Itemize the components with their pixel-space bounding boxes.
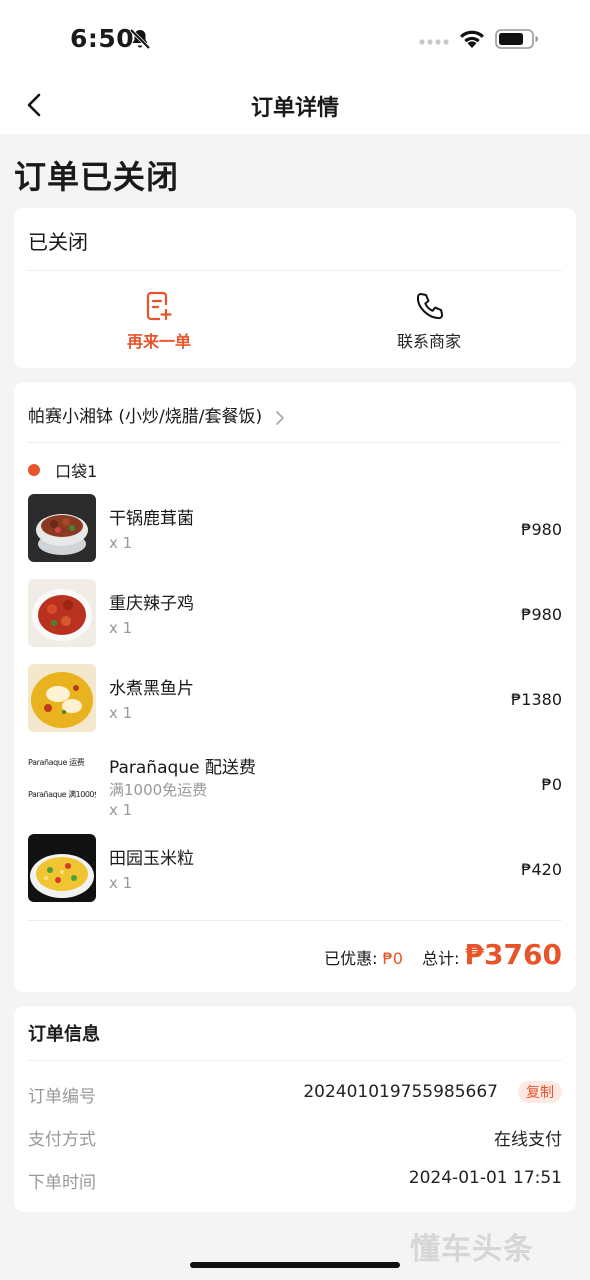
chevron-right-icon (276, 410, 285, 425)
item-qty: x 1 (109, 619, 133, 637)
shop-link[interactable]: 帕赛小湘钵 (小炒/烧腊/套餐饭) (28, 402, 562, 432)
item-name: 重庆辣子鸡 (109, 594, 194, 614)
phone-icon (416, 293, 444, 320)
order-item: 重庆辣子鸡 x 1 ₱980 (28, 579, 562, 649)
food-image (28, 664, 96, 732)
home-indicator (190, 1262, 400, 1268)
order-status-label: 已关闭 (28, 230, 88, 254)
bag-header: 口袋1 (28, 458, 98, 481)
contact-merchant-button[interactable]: 联系商家 (344, 290, 514, 354)
item-name: Parañaque 配送费 (109, 758, 256, 778)
total-label: 总计: (422, 949, 460, 968)
status-time: 6:50 (70, 24, 135, 53)
shop-name: 帕赛小湘钵 (小炒/烧腊/套餐饭) (28, 407, 263, 427)
delivery-fee-image-text-1: Parañaque 运费 (28, 758, 85, 767)
order-item: 田园玉米粒 x 1 ₱420 (28, 834, 562, 904)
food-image (28, 494, 96, 562)
order-status-card: 已关闭 再来一单 联系商家 (14, 208, 576, 368)
divider (28, 442, 562, 443)
item-subtitle: 满1000免运费 (109, 781, 208, 799)
order-total-row: 已优惠: ₱0 总计: ₱3760 (324, 938, 562, 972)
order-time-row: 下单时间 2024-01-01 17:51 (28, 1168, 562, 1193)
nav-bar: 订单详情 (0, 78, 590, 134)
item-price: ₱1380 (511, 690, 562, 709)
status-bar: 6:50 (0, 0, 590, 78)
order-time-label: 下单时间 (28, 1173, 96, 1193)
payment-method-row: 支付方式 在线支付 (28, 1125, 562, 1150)
order-item-delivery-fee: Parañaque 运费 Parañaque 满1000免运费 Parañaqu… (28, 749, 562, 819)
item-price: ₱980 (521, 520, 562, 539)
order-info-title: 订单信息 (28, 1024, 100, 1045)
item-qty: x 1 (109, 534, 133, 552)
bag-dot (28, 464, 40, 476)
payment-method-label: 支付方式 (28, 1130, 96, 1150)
item-price: ₱0 (541, 775, 562, 794)
order-number-value: 202401019755985667 (303, 1082, 498, 1102)
item-qty: x 1 (109, 801, 133, 819)
order-items-card: 帕赛小湘钵 (小炒/烧腊/套餐饭) 口袋1 干锅鹿茸菌 x 1 ₱980 重庆辣… (14, 382, 576, 992)
item-qty: x 1 (109, 874, 133, 892)
payment-method-value: 在线支付 (494, 1130, 562, 1150)
food-image (28, 834, 96, 902)
total-value: ₱3760 (464, 938, 562, 971)
reorder-button[interactable]: 再来一单 (74, 290, 244, 354)
bag-label: 口袋1 (55, 462, 98, 481)
order-item: 干锅鹿茸菌 x 1 ₱980 (28, 494, 562, 564)
page-title: 订单已关闭 (14, 158, 180, 196)
wifi-icon (460, 30, 484, 48)
watermark: 懂车头条 (410, 1232, 534, 1267)
order-number-label: 订单编号 (28, 1087, 96, 1107)
order-number-row: 订单编号 202401019755985667 复制 (28, 1081, 562, 1107)
divider (28, 1060, 562, 1061)
item-qty: x 1 (109, 704, 133, 722)
food-image (28, 579, 96, 647)
order-info-card: 订单信息 订单编号 202401019755985667 复制 支付方式 在线支… (14, 1006, 576, 1212)
order-item: 水煮黑鱼片 x 1 ₱1380 (28, 664, 562, 734)
contact-merchant-label: 联系商家 (396, 332, 461, 351)
reorder-icon (146, 291, 172, 321)
order-time-value: 2024-01-01 17:51 (408, 1168, 562, 1188)
delivery-fee-image: Parañaque 运费 Parañaque 满1000免运费 (28, 749, 96, 817)
signal-dots-icon (419, 39, 449, 45)
divider (28, 270, 562, 271)
delivery-fee-image-text-2: Parañaque 满1000免运费 (28, 790, 96, 799)
item-price: ₱980 (521, 605, 562, 624)
copy-button[interactable]: 复制 (518, 1081, 562, 1103)
divider (28, 920, 562, 921)
discount-label: 已优惠: (324, 949, 378, 968)
item-price: ₱420 (521, 860, 562, 879)
nav-title: 订单详情 (250, 96, 339, 121)
reorder-label: 再来一单 (126, 332, 191, 351)
discount-value: ₱0 (382, 949, 403, 968)
item-name: 干锅鹿茸菌 (109, 509, 194, 529)
bell-slash-icon (129, 28, 151, 50)
item-name: 水煮黑鱼片 (109, 679, 194, 699)
item-name: 田园玉米粒 (109, 849, 194, 869)
battery-icon (495, 29, 538, 49)
